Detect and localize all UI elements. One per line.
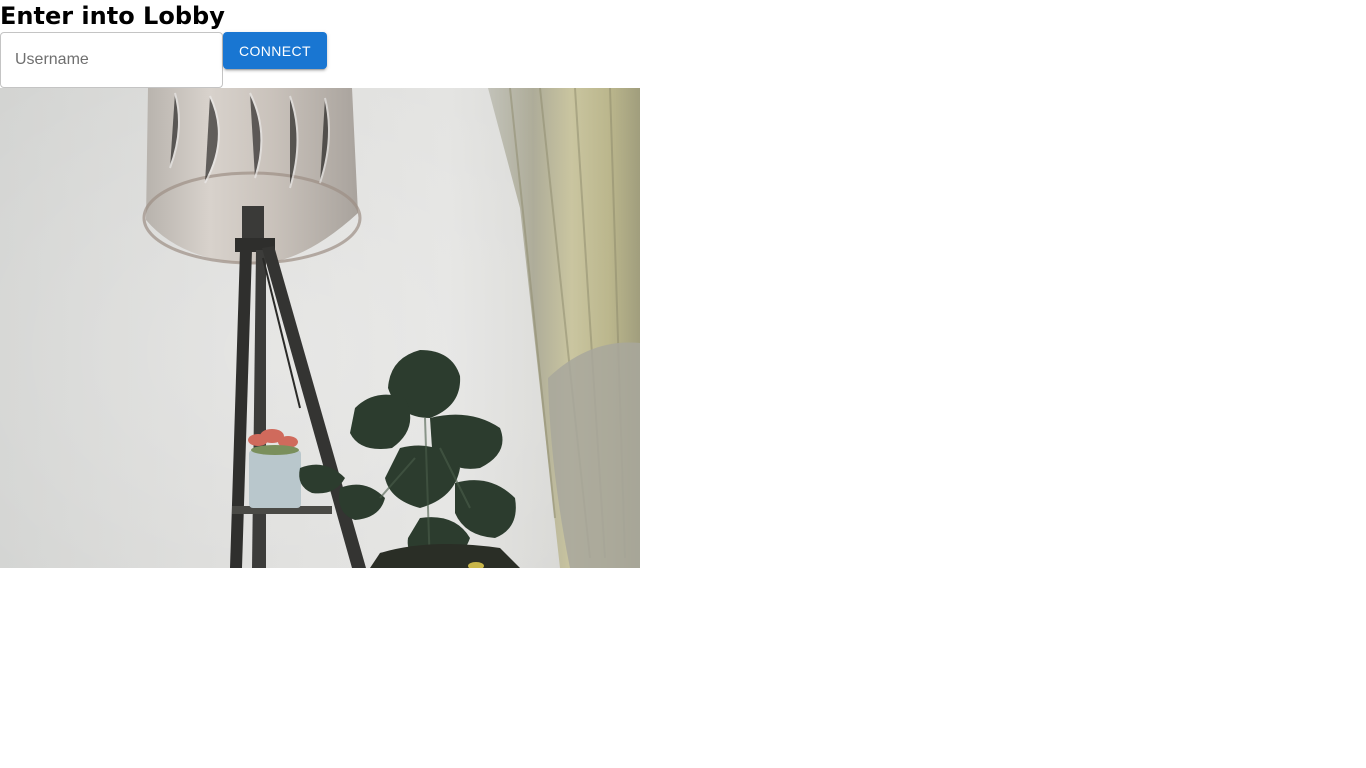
username-input[interactable] xyxy=(0,32,223,88)
camera-feed-image xyxy=(0,88,640,568)
connect-form: CONNECT xyxy=(0,32,1366,88)
camera-preview xyxy=(0,88,640,568)
connect-button[interactable]: CONNECT xyxy=(223,32,327,69)
page-title: Enter into Lobby xyxy=(0,2,225,30)
